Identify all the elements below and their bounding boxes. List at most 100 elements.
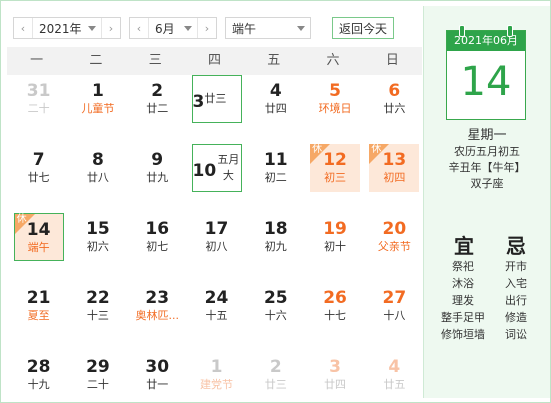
- yi-item: 祭祀: [452, 260, 474, 273]
- date-number: 4: [269, 81, 282, 101]
- date-cell[interactable]: 31 二十: [14, 75, 64, 123]
- date-number: 15: [86, 219, 110, 239]
- date-cell[interactable]: 1 建党节: [192, 351, 242, 399]
- date-cell[interactable]: 30 廿一: [132, 351, 182, 399]
- date-subtext: 初六: [86, 240, 109, 253]
- next-year-button[interactable]: ›: [101, 18, 120, 38]
- date-cell[interactable]: 休 12 初三: [310, 144, 361, 192]
- date-cell[interactable]: 4 廿五: [369, 351, 419, 399]
- year-select[interactable]: ‹ 2021年 ›: [13, 17, 121, 39]
- date-cell[interactable]: 19 初十: [310, 213, 360, 261]
- date-subtext: 初三: [324, 171, 347, 184]
- date-cell[interactable]: 29 二十: [73, 351, 123, 399]
- weekday-label: 三: [148, 53, 162, 68]
- date-number: 27: [382, 288, 407, 308]
- yi-list: 祭祀 沐浴 理发 整手足甲 修饰垣墙: [432, 258, 494, 343]
- month-select[interactable]: ‹ 6月 ›: [129, 17, 217, 39]
- date-subtext: 廿八: [86, 171, 109, 184]
- date-subtext: 父亲节: [377, 240, 411, 253]
- holiday-badge-label: 休: [16, 214, 27, 225]
- date-cell[interactable]: 10 五月大: [191, 144, 242, 192]
- date-number: 11: [263, 150, 288, 170]
- date-cell[interactable]: 18 初九: [251, 213, 301, 261]
- date-subtext: 环境日: [318, 102, 352, 115]
- date-number: 21: [26, 288, 51, 308]
- date-cell[interactable]: 7 廿七: [14, 144, 64, 192]
- prev-year-button[interactable]: ‹: [14, 18, 33, 38]
- date-number: 24: [204, 288, 229, 308]
- date-cell[interactable]: 5 环境日: [310, 75, 360, 123]
- date-number: 1: [210, 357, 223, 377]
- date-cell[interactable]: 2 廿二: [132, 75, 182, 123]
- date-cell[interactable]: 11 初二: [251, 144, 301, 192]
- date-cell-today[interactable]: 休 14 端午: [13, 213, 64, 261]
- holiday-select[interactable]: 端午: [225, 17, 311, 39]
- date-number: 25: [263, 288, 288, 308]
- date-cell[interactable]: 17 初八: [192, 213, 242, 261]
- date-cell[interactable]: 6 廿六: [369, 75, 419, 123]
- weekday-label: 一: [30, 53, 44, 68]
- next-month-button[interactable]: ›: [197, 18, 216, 38]
- chevron-down-icon: [297, 25, 305, 31]
- date-cell[interactable]: 16 初七: [132, 213, 182, 261]
- date-cell[interactable]: 9 廿九: [132, 144, 182, 192]
- date-number: 16: [145, 219, 170, 239]
- date-cell[interactable]: 休 13 初四: [369, 144, 420, 192]
- date-number: 17: [204, 219, 229, 239]
- chevron-down-icon: [88, 25, 96, 31]
- date-number: 1: [92, 81, 104, 101]
- ji-list: 开市 入宅 出行 修造 词讼: [496, 258, 536, 343]
- weekday-label: 日: [385, 53, 399, 68]
- date-number: 18: [263, 219, 288, 239]
- date-cell[interactable]: 2 廿三: [251, 351, 301, 399]
- date-number: 23: [145, 288, 170, 308]
- date-cell[interactable]: 3 廿三: [191, 75, 242, 123]
- return-today-button[interactable]: 返回今天: [332, 17, 394, 39]
- date-cell[interactable]: 21 夏至: [14, 282, 64, 330]
- date-cell[interactable]: 24 十五: [192, 282, 242, 330]
- date-cell[interactable]: 4 廿四: [251, 75, 301, 123]
- date-cell[interactable]: 23 奥林匹...: [132, 282, 182, 330]
- ji-item: 词讼: [505, 328, 527, 341]
- date-cell[interactable]: 8 廿八: [73, 144, 123, 192]
- chevron-down-icon: [184, 25, 192, 31]
- date-number: 5: [329, 81, 341, 101]
- date-cell[interactable]: 22 十三: [73, 282, 123, 330]
- date-subtext: 廿三: [204, 92, 227, 105]
- date-number: 3: [329, 357, 341, 377]
- date-cell[interactable]: 25 十六: [251, 282, 301, 330]
- date-cell[interactable]: 20 父亲节: [369, 213, 419, 261]
- date-cell[interactable]: 27 十八: [369, 282, 419, 330]
- yi-item: 理发: [452, 294, 474, 307]
- ji-item: 修造: [505, 311, 527, 324]
- date-subtext: 五月大: [217, 153, 240, 182]
- date-cell[interactable]: 28 十九: [14, 351, 64, 399]
- date-cell[interactable]: 1 儿童节: [73, 75, 123, 123]
- day-detail-panel: 2021年06月 14 星期一 农历五月初五 辛丑年【牛年】 双子座 宜 忌 祭…: [423, 6, 550, 398]
- holiday-value: 端午: [232, 21, 257, 36]
- date-subtext: 奥林匹...: [135, 309, 179, 322]
- date-subtext: 十六: [264, 309, 287, 322]
- detail-weekday: 星期一: [467, 128, 507, 143]
- date-subtext: 十三: [86, 309, 109, 322]
- date-number: 10: [192, 161, 217, 181]
- date-subtext: 初八: [205, 240, 228, 253]
- date-subtext: 十七: [324, 309, 347, 322]
- date-cell[interactable]: 26 十七: [310, 282, 360, 330]
- prev-month-button[interactable]: ‹: [130, 18, 149, 38]
- date-subtext: 廿五: [383, 378, 406, 391]
- ji-item: 入宅: [505, 277, 527, 290]
- weekday-label: 六: [326, 53, 340, 68]
- date-number: 22: [86, 288, 110, 308]
- date-cell[interactable]: 3 廿四: [310, 351, 360, 399]
- date-number: 8: [92, 150, 104, 170]
- date-subtext: 廿三: [264, 378, 287, 391]
- date-cell[interactable]: 15 初六: [73, 213, 123, 261]
- binder-ring-icon: [507, 25, 513, 37]
- calendar-widget: ‹ 2021年 › ‹ 6月 › 端午 返回今天 一 二 三 四 五 六 日 3…: [0, 0, 551, 403]
- date-subtext: 初九: [264, 240, 287, 253]
- date-subtext: 二十: [86, 378, 109, 391]
- date-number: 26: [323, 288, 347, 308]
- year-value: 2021年: [39, 21, 82, 36]
- date-subtext: 初二: [264, 171, 287, 184]
